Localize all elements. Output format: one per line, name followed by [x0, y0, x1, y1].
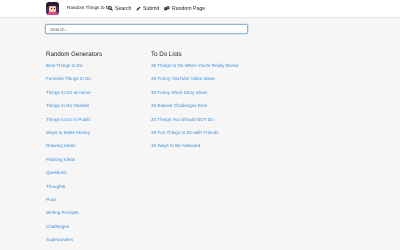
- generator-link[interactable]: Things to Do at Home: [46, 90, 91, 95]
- list-item: Writing Prompts: [46, 210, 102, 223]
- to-do-list-link[interactable]: 30 Funny Short Story Ideas: [151, 90, 207, 95]
- to-do-list-link[interactable]: 15 Ways to Be Awkward: [151, 143, 200, 148]
- generator-link[interactable]: Best Things to Do: [46, 63, 82, 68]
- to-do-lists-list: 35 Things to Do When You're Really Bored…: [151, 63, 238, 157]
- to-do-list-link[interactable]: 25 Funny YouTube Video Ideas: [151, 76, 215, 81]
- list-item: 26 Easiest Challenges Ever: [151, 103, 238, 116]
- to-do-list-link[interactable]: 20 Things You Should NOT Do: [151, 117, 214, 122]
- list-item: Best Things to Do: [46, 63, 102, 76]
- nav-submit-label: Submit: [143, 5, 160, 12]
- search-icon: [108, 6, 113, 11]
- nav-random-page-label: Random Page: [172, 5, 206, 12]
- list-item: Thoughts: [46, 184, 102, 197]
- list-item: Funniest Things to Do: [46, 76, 102, 89]
- generator-link[interactable]: Puns: [46, 197, 56, 202]
- generator-link[interactable]: Questions: [46, 170, 67, 175]
- generator-link[interactable]: Painting Ideas: [46, 157, 75, 162]
- random-generators-list: Best Things to Do Funniest Things to Do …: [46, 63, 102, 250]
- list-item: Drawing Ideas: [46, 143, 102, 156]
- list-item: 30 Funny Short Story Ideas: [151, 90, 238, 103]
- list-item: Puns: [46, 197, 102, 210]
- to-do-list-link[interactable]: 26 Easiest Challenges Ever: [151, 103, 207, 108]
- generator-link[interactable]: Things to Do in Public: [46, 117, 91, 122]
- list-item: 20 Things You Should NOT Do: [151, 117, 238, 130]
- to-do-lists-section: To Do Lists 35 Things to Do When You're …: [151, 51, 238, 157]
- list-item: Things to Do Outside: [46, 103, 102, 116]
- top-navigation-bar: Random Things to Do Search Submit Random…: [0, 0, 400, 18]
- list-item: Questions: [46, 170, 102, 183]
- list-item: Ways to Make Money: [46, 130, 102, 143]
- list-item: Things to Do in Public: [46, 117, 102, 130]
- list-item: Challenges: [46, 224, 102, 237]
- list-item: 29 Fun Things to Do with Friends: [151, 130, 238, 143]
- list-item: Things to Do at Home: [46, 90, 102, 103]
- pencil-icon: [136, 6, 141, 11]
- list-item: 15 Ways to Be Awkward: [151, 143, 238, 156]
- list-item: Painting Ideas: [46, 157, 102, 170]
- generator-link[interactable]: Ways to Make Money: [46, 130, 90, 135]
- random-generators-heading: Random Generators: [46, 51, 103, 58]
- list-item: 35 Things to Do When You're Really Bored: [151, 63, 238, 76]
- nav-submit-link[interactable]: Submit: [136, 4, 159, 13]
- generator-link[interactable]: Things to Do Outside: [46, 103, 89, 108]
- logo-avatar-icon[interactable]: [46, 2, 59, 15]
- nav-search-label: Search: [115, 5, 132, 12]
- to-do-lists-heading: To Do Lists: [151, 51, 182, 58]
- generator-link[interactable]: Funniest Things to Do: [46, 76, 91, 81]
- list-item: Superpowers: [46, 237, 102, 250]
- search-input[interactable]: [45, 24, 248, 34]
- nav-random-page-link[interactable]: Random Page: [164, 4, 205, 13]
- generator-link[interactable]: Drawing Ideas: [46, 143, 75, 148]
- generator-link[interactable]: Superpowers: [46, 237, 73, 242]
- generator-link[interactable]: Thoughts: [46, 184, 65, 189]
- generator-link[interactable]: Challenges: [46, 224, 69, 229]
- nav-search-link[interactable]: Search: [108, 4, 131, 13]
- site-title-link[interactable]: Random Things to Do: [67, 5, 112, 10]
- dice-icon: [164, 6, 170, 11]
- to-do-list-link[interactable]: 35 Things to Do When You're Really Bored: [151, 63, 238, 68]
- random-generators-section: Random Generators Best Things to Do Funn…: [46, 51, 102, 250]
- list-item: 25 Funny YouTube Video Ideas: [151, 76, 238, 89]
- to-do-list-link[interactable]: 29 Fun Things to Do with Friends: [151, 130, 219, 135]
- generator-link[interactable]: Writing Prompts: [46, 210, 79, 215]
